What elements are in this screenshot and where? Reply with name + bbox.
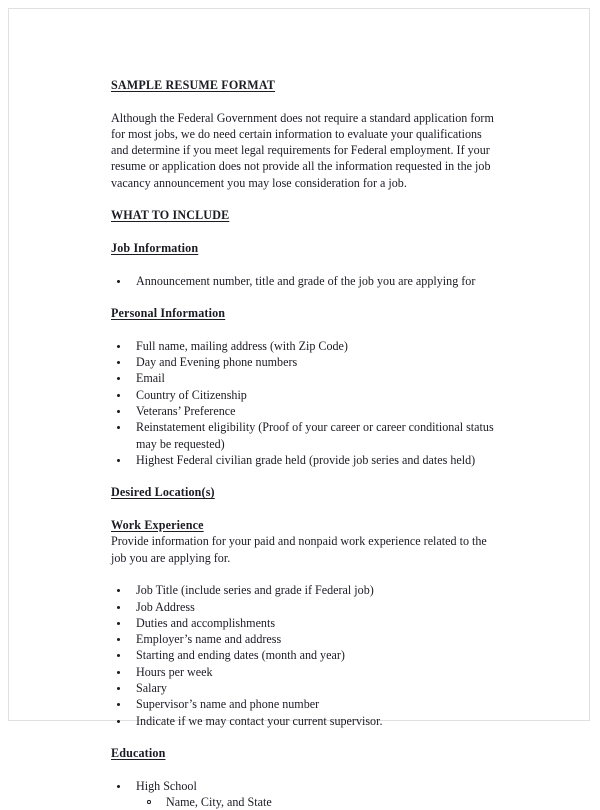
list-item: Full name, mailing address (with Zip Cod… xyxy=(111,338,497,354)
list-item: Hours per week xyxy=(111,664,497,680)
list-item: High School xyxy=(111,778,497,794)
list-item: Country of Citizenship xyxy=(111,387,497,403)
list-item: Supervisor’s name and phone number xyxy=(111,696,497,712)
list-item: Reinstatement eligibility (Proof of your… xyxy=(111,419,497,452)
section-heading-work-experience: Work Experience xyxy=(111,518,204,533)
section-heading-personal-information: Personal Information xyxy=(111,306,226,321)
education-list: High School xyxy=(111,778,497,794)
document-page: SAMPLE RESUME FORMAT Although the Federa… xyxy=(8,8,590,809)
education-sublist: Name, City, and State xyxy=(111,794,497,810)
section-heading-what-to-include: WHAT TO INCLUDE xyxy=(111,208,230,223)
list-item: Day and Evening phone numbers xyxy=(111,354,497,370)
work-experience-intro: Provide information for your paid and no… xyxy=(111,534,487,565)
intro-paragraph: Although the Federal Government does not… xyxy=(111,110,494,190)
list-item: Job Title (include series and grade if F… xyxy=(111,582,497,598)
list-item: Duties and accomplishments xyxy=(111,615,497,631)
list-item: Announcement number, title and grade of … xyxy=(111,273,497,289)
work-experience-list: Job Title (include series and grade if F… xyxy=(111,582,497,729)
list-item: Salary xyxy=(111,680,497,696)
list-item: Email xyxy=(111,370,497,386)
list-item: Name, City, and State xyxy=(111,794,497,810)
section-heading-desired-locations: Desired Location(s) xyxy=(111,485,215,500)
document-content: SAMPLE RESUME FORMAT Although the Federa… xyxy=(111,77,497,810)
list-item: Employer’s name and address xyxy=(111,631,497,647)
list-item: Starting and ending dates (month and yea… xyxy=(111,647,497,663)
page-title: SAMPLE RESUME FORMAT xyxy=(111,78,276,92)
list-item: Job Address xyxy=(111,599,497,615)
job-information-list: Announcement number, title and grade of … xyxy=(111,273,497,289)
list-item: Highest Federal civilian grade held (pro… xyxy=(111,452,497,468)
personal-information-list: Full name, mailing address (with Zip Cod… xyxy=(111,338,497,468)
list-item: Veterans’ Preference xyxy=(111,403,497,419)
section-heading-education: Education xyxy=(111,746,166,761)
list-item: Indicate if we may contact your current … xyxy=(111,713,497,729)
section-heading-job-information: Job Information xyxy=(111,240,199,255)
